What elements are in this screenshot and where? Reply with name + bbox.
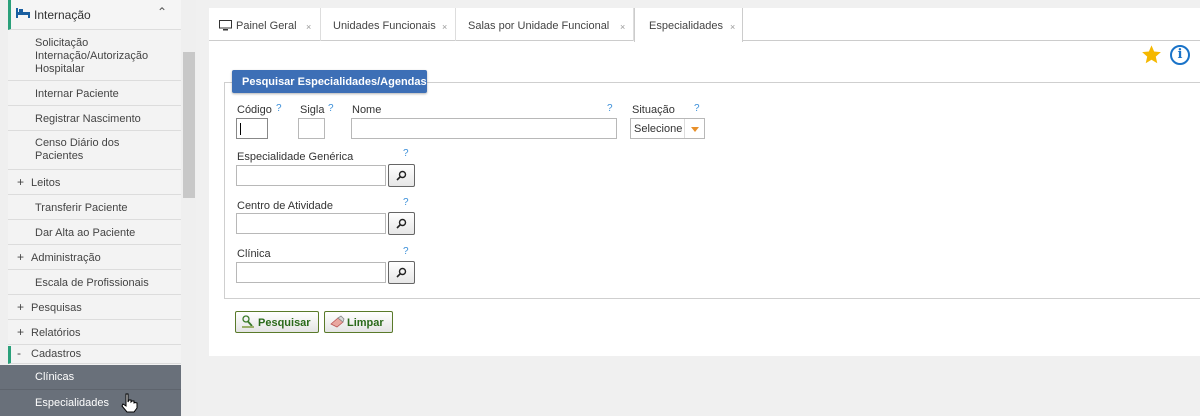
sidebar-item-leitos[interactable]: + Leitos [8,171,181,195]
pesquisar-button[interactable]: Pesquisar [235,311,319,333]
centro-atividade-search-button[interactable] [388,212,415,235]
situacao-select[interactable]: Selecione [630,118,705,139]
chevron-down-icon[interactable] [684,119,704,138]
sidebar-item-label: Relatórios [31,327,81,339]
search-icon [396,218,407,229]
sidebar-item-pesquisas[interactable]: + Pesquisas [8,296,181,320]
monitor-icon [219,20,232,31]
help-icon[interactable]: ? [403,197,409,208]
sidebar-item-cadastros[interactable]: - Cadastros [8,346,181,364]
pesquisar-label: Pesquisar [258,317,311,329]
tab-painel-geral[interactable]: Painel Geral × [209,8,321,41]
clinica-input[interactable] [236,262,386,283]
clinica-label: Clínica [237,248,271,260]
limpar-label: Limpar [347,317,384,329]
close-icon[interactable]: × [620,22,625,32]
collapse-icon: - [17,346,21,360]
search-icon [396,170,407,181]
help-icon[interactable]: ? [694,103,700,114]
sidebar-item-solicitacao[interactable]: Solicitação Internação/Autorização Hospi… [8,31,181,81]
sidebar-item-label: Censo Diário dos Pacientes [35,137,120,162]
tab-especialidades[interactable]: Especialidades × [634,8,743,42]
help-icon[interactable]: ? [403,246,409,257]
sidebar-subitem-label: Especialidades [35,397,109,409]
sidebar-subitem-especialidades[interactable]: Especialidades [0,389,181,416]
clinica-search-button[interactable] [388,261,415,284]
sidebar-subitem-clinicas[interactable]: Clínicas [0,365,181,389]
sidebar-section-label: Internação [34,8,91,22]
sidebar-item-censo-diario[interactable]: Censo Diário dos Pacientes [8,132,181,170]
sigla-label: Sigla [300,104,325,116]
sidebar-item-administracao[interactable]: + Administração [8,246,181,270]
limpar-button[interactable]: Limpar [324,311,393,333]
broom-icon [330,315,345,328]
sidebar-item-label: Registrar Nascimento [35,113,141,125]
sidebar-item-escala-profissionais[interactable]: Escala de Profissionais [8,271,181,295]
star-icon[interactable] [1141,44,1162,65]
expand-icon: + [17,175,25,189]
search-person-icon [242,315,254,328]
sidebar-item-label: Administração [31,252,101,264]
sidebar-scrollbar-thumb[interactable] [183,52,195,198]
expand-icon: + [17,250,25,264]
fieldset-legend: Pesquisar Especialidades/Agendas [232,70,427,93]
tab-unidades-funcionais[interactable]: Unidades Funcionais × [321,8,456,41]
situacao-label: Situação [632,104,675,116]
sidebar-item-label: Solicitação Internação/Autorização Hospi… [35,37,149,75]
nome-label: Nome [352,104,382,116]
help-icon[interactable]: ? [607,103,613,114]
sidebar-item-label: Transferir Paciente [35,202,128,214]
tab-label: Especialidades [649,20,723,32]
sidebar-item-label: Cadastros [31,348,82,360]
sigla-input[interactable] [298,118,325,139]
tab-bar: Painel Geral × Unidades Funcionais × Sal… [209,8,1200,42]
centro-atividade-label: Centro de Atividade [237,200,334,212]
sidebar-item-label: Pesquisas [31,302,82,314]
help-icon[interactable]: ? [403,148,409,159]
sidebar-item-internar-paciente[interactable]: Internar Paciente [8,82,181,106]
centro-atividade-input[interactable] [236,213,386,234]
sidebar-item-label: Escala de Profissionais [35,277,149,289]
sidebar-section-internacao[interactable]: Internação ⌃ [8,0,181,30]
tab-label: Painel Geral [236,20,297,32]
bed-icon [16,8,30,18]
tab-label: Salas por Unidade Funcional [468,20,610,32]
hand-cursor-icon [121,393,138,413]
search-icon [396,267,407,278]
expand-icon: + [17,300,25,314]
sidebar-item-label: Dar Alta ao Paciente [35,227,136,239]
especialidade-generica-search-button[interactable] [388,164,415,187]
info-icon[interactable]: i [1170,45,1190,65]
sidebar-item-relatorios[interactable]: + Relatórios [8,321,181,345]
sidebar-item-label: Internar Paciente [35,88,119,100]
help-icon[interactable]: ? [328,103,334,114]
expand-icon: + [17,325,25,339]
sidebar-item-transferir-paciente[interactable]: Transferir Paciente [8,196,181,220]
sidebar-item-dar-alta[interactable]: Dar Alta ao Paciente [8,221,181,245]
sidebar-item-registrar-nascimento[interactable]: Registrar Nascimento [8,107,181,131]
especialidade-generica-label: Especialidade Genérica [237,151,354,163]
tab-label: Unidades Funcionais [333,20,436,32]
situacao-selected-value: Selecione [634,123,683,135]
especialidade-generica-input[interactable] [236,165,386,186]
sidebar: Internação ⌃ Solicitação Internação/Auto… [0,0,196,416]
close-icon[interactable]: × [442,22,447,32]
sidebar-item-label: Leitos [31,177,61,189]
help-icon[interactable]: ? [276,103,282,114]
chevron-up-icon[interactable]: ⌃ [157,5,167,19]
codigo-input[interactable] [236,118,268,139]
close-icon[interactable]: × [730,22,735,32]
tab-salas-unidade-funcional[interactable]: Salas por Unidade Funcional × [456,8,634,41]
close-icon[interactable]: × [306,22,311,32]
codigo-label: Código [237,104,272,116]
nome-input[interactable] [351,118,617,139]
sidebar-subitem-label: Clínicas [35,371,75,383]
